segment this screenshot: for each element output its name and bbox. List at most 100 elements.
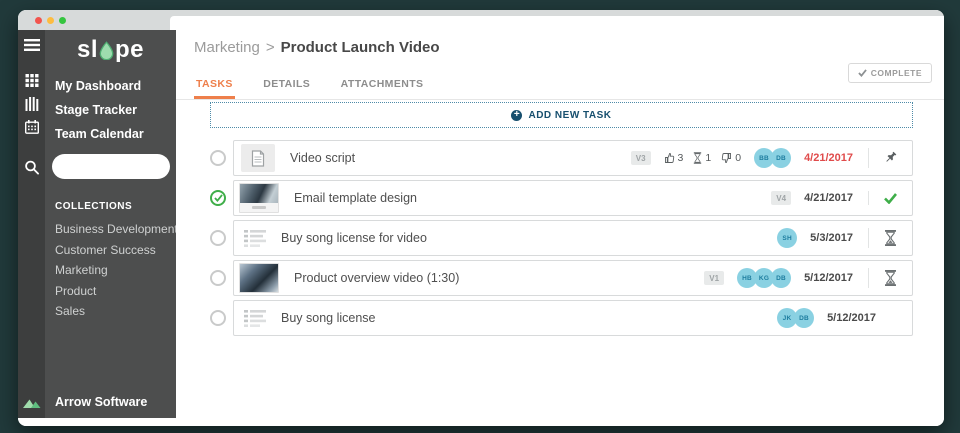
task-row: Buy song license for video SH 5/3/2017 [210, 220, 913, 256]
task-action-pending[interactable] [868, 268, 912, 288]
task-title: Product overview video (1:30) [294, 271, 459, 285]
task-radio[interactable] [210, 270, 226, 286]
task-radio-completed[interactable] [210, 190, 226, 206]
browser-titlebar [18, 10, 944, 30]
page-title: Product Launch Video [281, 39, 440, 56]
task-thumbnail [239, 263, 279, 293]
sidebar-item-team-calendar[interactable]: Team Calendar [55, 122, 172, 146]
app-frame: slpe My Dashboard Stage Tracker Team Cal… [18, 30, 944, 418]
avatar: DB [771, 148, 791, 168]
search-icon[interactable] [24, 160, 39, 175]
tab-bar: TASKS DETAILS ATTACHMENTS [176, 72, 944, 100]
sidebar-item-my-dashboard[interactable]: My Dashboard [55, 74, 172, 98]
collection-item-marketing[interactable]: Marketing [55, 260, 174, 281]
task-radio[interactable] [210, 230, 226, 246]
thumbs-down-count: 0 [735, 152, 741, 164]
pushpin-icon [884, 151, 898, 165]
task-row: Product overview video (1:30) V1 HB KG D… [210, 260, 913, 296]
droplet-icon [99, 41, 114, 60]
assignee-avatars: HB KG DB [737, 268, 791, 288]
collection-item-product[interactable]: Product [55, 281, 174, 302]
task-radio[interactable] [210, 310, 226, 326]
due-date: 4/21/2017 [804, 192, 853, 204]
sidebar: slpe My Dashboard Stage Tracker Team Cal… [45, 30, 176, 418]
task-row: Buy song license JK DB 5/12/2017 [210, 300, 913, 336]
avatar: DB [794, 308, 814, 328]
workspace-name[interactable]: Arrow Software [55, 395, 147, 409]
breadcrumb-separator: > [266, 39, 275, 56]
thumbs-up-icon [664, 152, 675, 164]
assignee-avatars: SH [777, 228, 797, 248]
task-radio[interactable] [210, 150, 226, 166]
sidebar-nav: My Dashboard Stage Tracker Team Calendar [55, 74, 172, 146]
task-card[interactable]: Product overview video (1:30) V1 HB KG D… [233, 260, 913, 296]
hourglass-icon [693, 152, 702, 164]
task-title: Video script [290, 151, 355, 165]
task-action-complete[interactable] [868, 191, 912, 205]
collection-item-business-development[interactable]: Business Development [55, 219, 174, 240]
collections-list: Business Development Customer Success Ma… [55, 219, 174, 322]
app-logo: slpe [45, 36, 176, 64]
hourglass-icon [884, 230, 897, 246]
tab-tasks[interactable]: TASKS [194, 72, 235, 99]
task-action-pending[interactable] [868, 228, 912, 248]
avatar: SH [777, 228, 797, 248]
plus-icon: + [511, 110, 522, 121]
breadcrumb-parent[interactable]: Marketing [194, 39, 260, 56]
task-title: Buy song license for video [281, 231, 427, 245]
task-title: Email template design [294, 191, 417, 205]
task-list: + ADD NEW TASK Video script V3 [210, 102, 913, 340]
sidebar-icon-rail [18, 30, 45, 418]
collection-item-customer-success[interactable]: Customer Success [55, 240, 174, 261]
due-date: 5/3/2017 [810, 232, 853, 244]
document-icon [241, 144, 275, 172]
task-card[interactable]: Buy song license JK DB 5/12/2017 [233, 300, 913, 336]
breadcrumb: Marketing > Product Launch Video [194, 39, 440, 56]
task-stats: 3 1 0 [664, 152, 742, 164]
check-icon [884, 193, 897, 204]
task-action-pin[interactable] [868, 148, 912, 168]
browser-tab-area[interactable] [170, 16, 944, 30]
task-card[interactable]: Email template design V4 4/21/2017 [233, 180, 913, 216]
collections-header: COLLECTIONS [55, 201, 132, 212]
due-date: 5/12/2017 [804, 272, 853, 284]
avatar: DB [771, 268, 791, 288]
check-icon [214, 194, 223, 202]
tab-details[interactable]: DETAILS [261, 72, 312, 99]
logo-text-pre: sl [77, 36, 98, 63]
main-content: Marketing>Product Launch Video COMPLETE … [176, 30, 944, 418]
version-badge: V3 [631, 151, 651, 165]
thumbs-up-count: 3 [678, 152, 684, 164]
stage-tracker-bars-icon[interactable] [25, 97, 38, 111]
add-new-task-label: ADD NEW TASK [528, 110, 611, 121]
add-new-task-button[interactable]: + ADD NEW TASK [210, 102, 913, 128]
version-badge: V1 [704, 271, 724, 285]
dashboard-grid-icon[interactable] [25, 74, 38, 87]
task-row: Video script V3 3 1 0 BB DB [210, 140, 913, 176]
logo-text-post: pe [115, 36, 144, 63]
assignee-avatars: JK DB [777, 308, 814, 328]
hourglass-count: 1 [705, 152, 711, 164]
sidebar-search-input[interactable] [52, 154, 170, 179]
window-zoom-button[interactable] [59, 17, 66, 24]
task-card[interactable]: Video script V3 3 1 0 BB DB [233, 140, 913, 176]
hamburger-menu-icon[interactable] [24, 39, 40, 51]
window-close-button[interactable] [35, 17, 42, 24]
window-minimize-button[interactable] [47, 17, 54, 24]
assignee-avatars: BB DB [754, 148, 791, 168]
collection-item-sales[interactable]: Sales [55, 301, 174, 322]
due-date: 4/21/2017 [804, 152, 853, 164]
hourglass-icon [884, 270, 897, 286]
task-row: Email template design V4 4/21/2017 [210, 180, 913, 216]
tab-attachments[interactable]: ATTACHMENTS [339, 72, 426, 99]
checklist-icon [244, 310, 266, 327]
window-bottom-strip [18, 418, 944, 426]
calendar-icon[interactable] [25, 120, 39, 134]
task-thumbnail [239, 183, 279, 213]
sidebar-item-stage-tracker[interactable]: Stage Tracker [55, 98, 172, 122]
arrow-software-logo-icon [23, 397, 41, 408]
task-card[interactable]: Buy song license for video SH 5/3/2017 [233, 220, 913, 256]
thumbs-down-icon [721, 152, 732, 164]
browser-window: slpe My Dashboard Stage Tracker Team Cal… [18, 10, 944, 426]
version-badge: V4 [771, 191, 791, 205]
